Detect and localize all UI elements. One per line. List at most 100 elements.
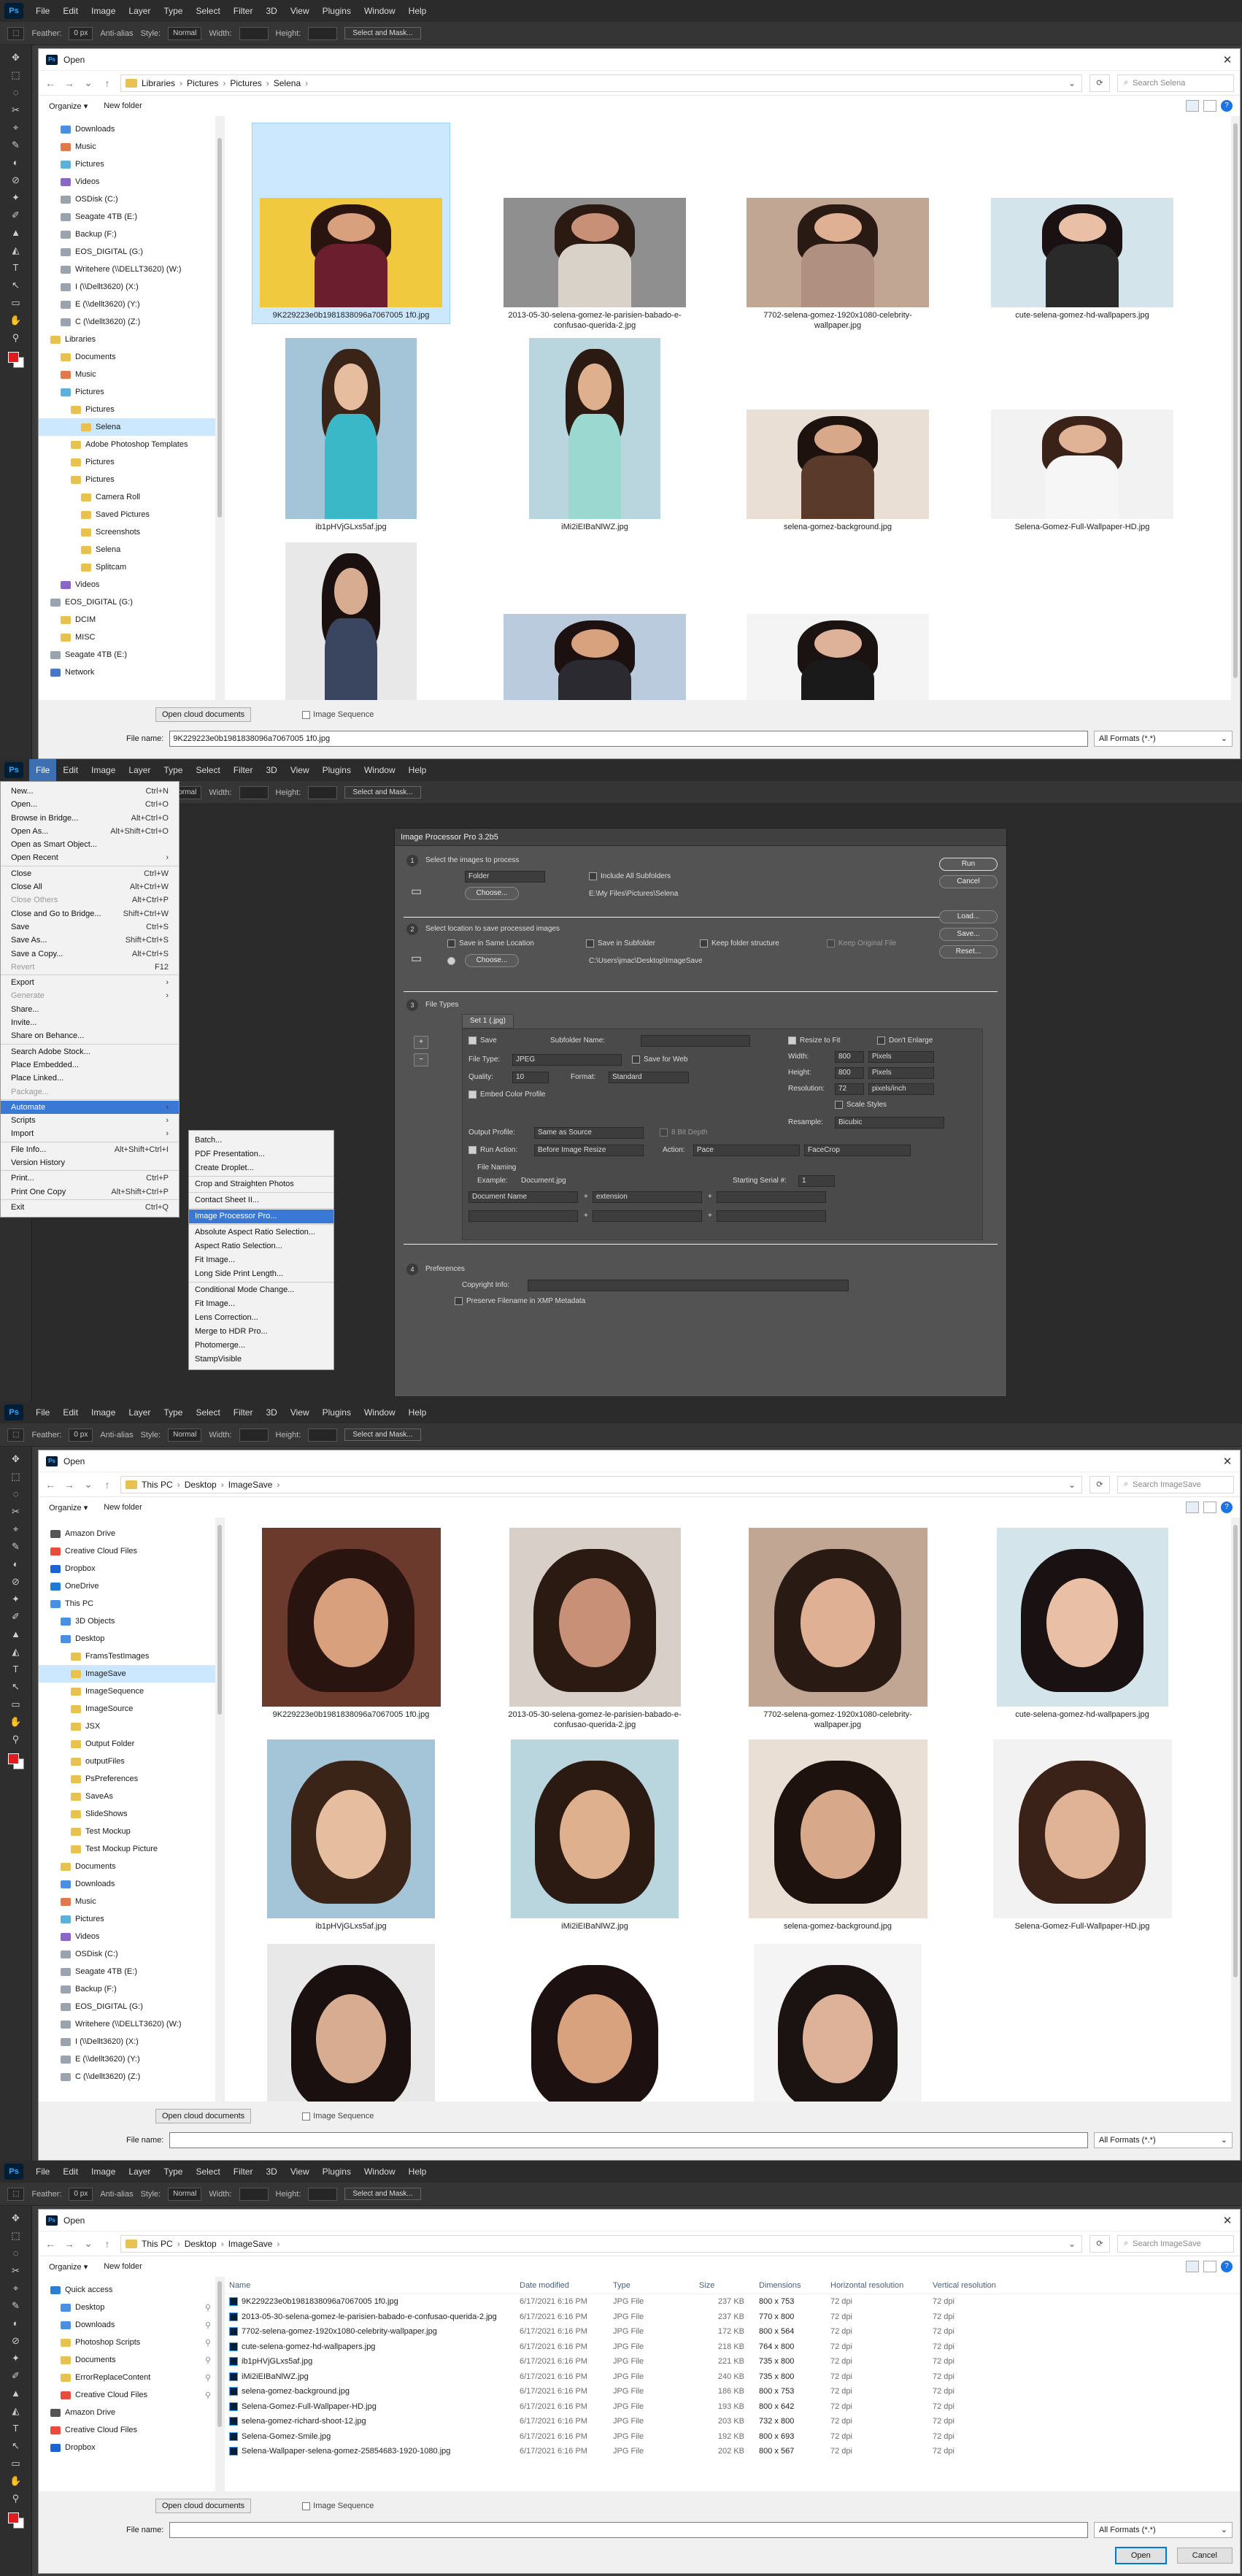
automate-menu-item[interactable]: Batch... [189,1134,333,1147]
dodge-tool-icon[interactable]: ◐ [9,156,23,169]
file-menu-item[interactable]: Search Adobe Stock... [1,1045,179,1058]
grid-scrollbar-thumb[interactable] [1233,1525,1238,1977]
nav-item[interactable]: I (\\Dellt3620) (X:) [39,278,224,296]
select-folder-radio[interactable] [447,957,455,965]
menu-help[interactable]: Help [402,1402,433,1423]
shape-tool-icon[interactable]: ▭ [9,1698,23,1711]
eyedropper-tool-icon[interactable]: ⌖ [9,2282,23,2295]
source-select[interactable]: Folder [465,871,545,883]
keep-original-checkbox[interactable] [827,939,835,947]
menu-layer[interactable]: Layer [122,759,157,781]
breadcrumb-item[interactable]: Selena [274,78,301,88]
color-swatches[interactable] [7,2512,24,2529]
image-sequence-checkbox[interactable]: Image Sequence [302,710,374,719]
file-thumbnail[interactable]: 9K229223e0b1981838096a7067005 1f0.jpg [252,1525,450,1723]
menu-image[interactable]: Image [85,759,122,781]
menu-layer[interactable]: Layer [122,1402,157,1423]
refresh-icon[interactable]: ⟳ [1089,1475,1110,1493]
nav-item[interactable]: outputFiles [39,1753,224,1770]
nav-item[interactable]: Saved Pictures [39,506,224,523]
file-thumbnail[interactable]: ib1pHVjGLxs5af.jpg [252,1737,450,1934]
file-type-select[interactable]: All Formats (*.*) ⌄ [1094,2132,1233,2148]
menu-window[interactable]: Window [358,2161,402,2183]
menu-select[interactable]: Select [189,2161,226,2183]
marquee-tool-icon[interactable]: ⬚ [9,69,23,82]
image-sequence-checkbox[interactable]: Image Sequence [302,2502,374,2510]
select-and-mask-button[interactable]: Select and Mask... [344,2188,421,2200]
help-icon[interactable]: ? [1221,2261,1233,2272]
nav-item[interactable]: SlideShows [39,1805,224,1823]
run-button[interactable]: Run [939,858,998,871]
nav-item[interactable]: Documents [39,348,224,366]
search-input[interactable]: ⌕ Search ImageSave [1117,1475,1234,1493]
grid-scrollbar-thumb[interactable] [1233,123,1238,678]
move-tool-icon[interactable]: ✥ [9,2212,23,2225]
style-select[interactable]: Normal [168,26,202,40]
nav-item[interactable]: Desktop ⚲ [39,2299,224,2316]
automate-menu-item[interactable]: Fit Image... [189,1297,333,1311]
pen-tool-icon[interactable]: ✐ [9,2369,23,2383]
breadcrumb[interactable]: This PC › Desktop › ImageSave › ⌄ [120,2234,1082,2253]
cancel-button[interactable]: Cancel [1176,2548,1233,2564]
breadcrumb-item[interactable]: Libraries [142,78,175,88]
chevron-down-icon[interactable]: ⌄ [1068,1480,1076,1490]
nav-item[interactable]: C (\\dellt3620) (Z:) [39,313,224,331]
crop-tool-icon[interactable]: ✂ [9,2264,23,2277]
view-mode-icon[interactable] [1186,100,1199,112]
menu-view[interactable]: View [284,1402,316,1423]
table-row[interactable]: 9K229223e0b1981838096a7067005 1f0.jpg 6/1… [225,2294,1240,2310]
file-thumbnail[interactable]: 7702-selena-gomez-1920x1080-celebrity-wa… [739,1525,936,1733]
new-folder-button[interactable]: New folder [104,101,142,110]
naming-field-5-select[interactable] [593,1210,702,1222]
file-thumbnail[interactable]: iMi2iEIBaNlWZ.jpg [496,1737,693,1934]
nav-item[interactable]: Screenshots [39,523,224,541]
nav-item[interactable]: Creative Cloud Files [39,2421,224,2439]
menu-select[interactable]: Select [189,0,226,22]
file-thumbnail[interactable]: iMi2iEIBaNlWZ.jpg [496,335,693,535]
nav-item[interactable]: Network [39,664,224,681]
nav-item[interactable]: C (\\dellt3620) (Z:) [39,2068,224,2085]
load-button[interactable]: Load... [939,910,998,923]
menu-edit[interactable]: Edit [56,2161,85,2183]
gradient-tool-icon[interactable]: ◭ [9,1645,23,1658]
file-menu-item[interactable]: Automate › [1,1100,179,1115]
preview-pane-icon[interactable] [1203,100,1216,112]
new-folder-button[interactable]: New folder [104,2262,142,2271]
file-menu-item[interactable]: Print One Copy Alt+Shift+Ctrl+P [1,1185,179,1199]
automate-menu-item[interactable]: Absolute Aspect Ratio Selection... [189,1226,333,1239]
nav-item[interactable]: Documents ⚲ [39,2351,224,2369]
menu-plugins[interactable]: Plugins [316,1402,358,1423]
height-input[interactable]: 800 [835,1067,864,1079]
menu-type[interactable]: Type [157,0,189,22]
menu-help[interactable]: Help [402,2161,433,2183]
cancel-button[interactable]: Cancel [939,875,998,888]
file-menu-item[interactable]: Export › [1,976,179,989]
automate-menu-item[interactable]: Contact Sheet II... [189,1193,333,1207]
file-menu-item[interactable]: Place Embedded... [1,1058,179,1072]
file-name-input[interactable] [169,2132,1088,2148]
height-input[interactable] [308,1428,338,1442]
menu-image[interactable]: Image [85,1402,122,1423]
view-mode-icon[interactable] [1186,1502,1199,1513]
nav-item[interactable]: E (\\dellt3620) (Y:) [39,296,224,313]
naming-field-4-select[interactable] [468,1210,578,1222]
type-tool-icon[interactable]: T [9,2422,23,2435]
file-menu-item[interactable]: Close and Go to Bridge... Shift+Ctrl+W [1,907,179,920]
remove-set-button[interactable]: − [414,1053,428,1066]
nav-item[interactable]: Adobe Photoshop Templates [39,436,224,453]
back-arrow-icon[interactable]: ← [45,77,56,89]
automate-menu-item[interactable]: Crop and Straighten Photos [189,1177,333,1191]
up-arrow-icon[interactable]: ↑ [101,1479,113,1491]
nav-item[interactable]: JSX [39,1718,224,1735]
file-menu-item[interactable]: Version History [1,1156,179,1169]
menu-3d[interactable]: 3D [259,759,283,781]
refresh-icon[interactable]: ⟳ [1089,74,1110,92]
nav-item[interactable]: Music [39,138,224,155]
nav-item[interactable]: Videos [39,576,224,593]
nav-item[interactable]: Downloads [39,1875,224,1893]
file-thumbnail[interactable] [252,1941,450,2116]
save-subfolder-checkbox[interactable] [586,939,594,947]
close-icon[interactable]: ✕ [1215,2214,1240,2227]
file-menu-item[interactable]: File Info... Alt+Shift+Ctrl+I [1,1143,179,1156]
refresh-icon[interactable]: ⟳ [1089,2234,1110,2253]
